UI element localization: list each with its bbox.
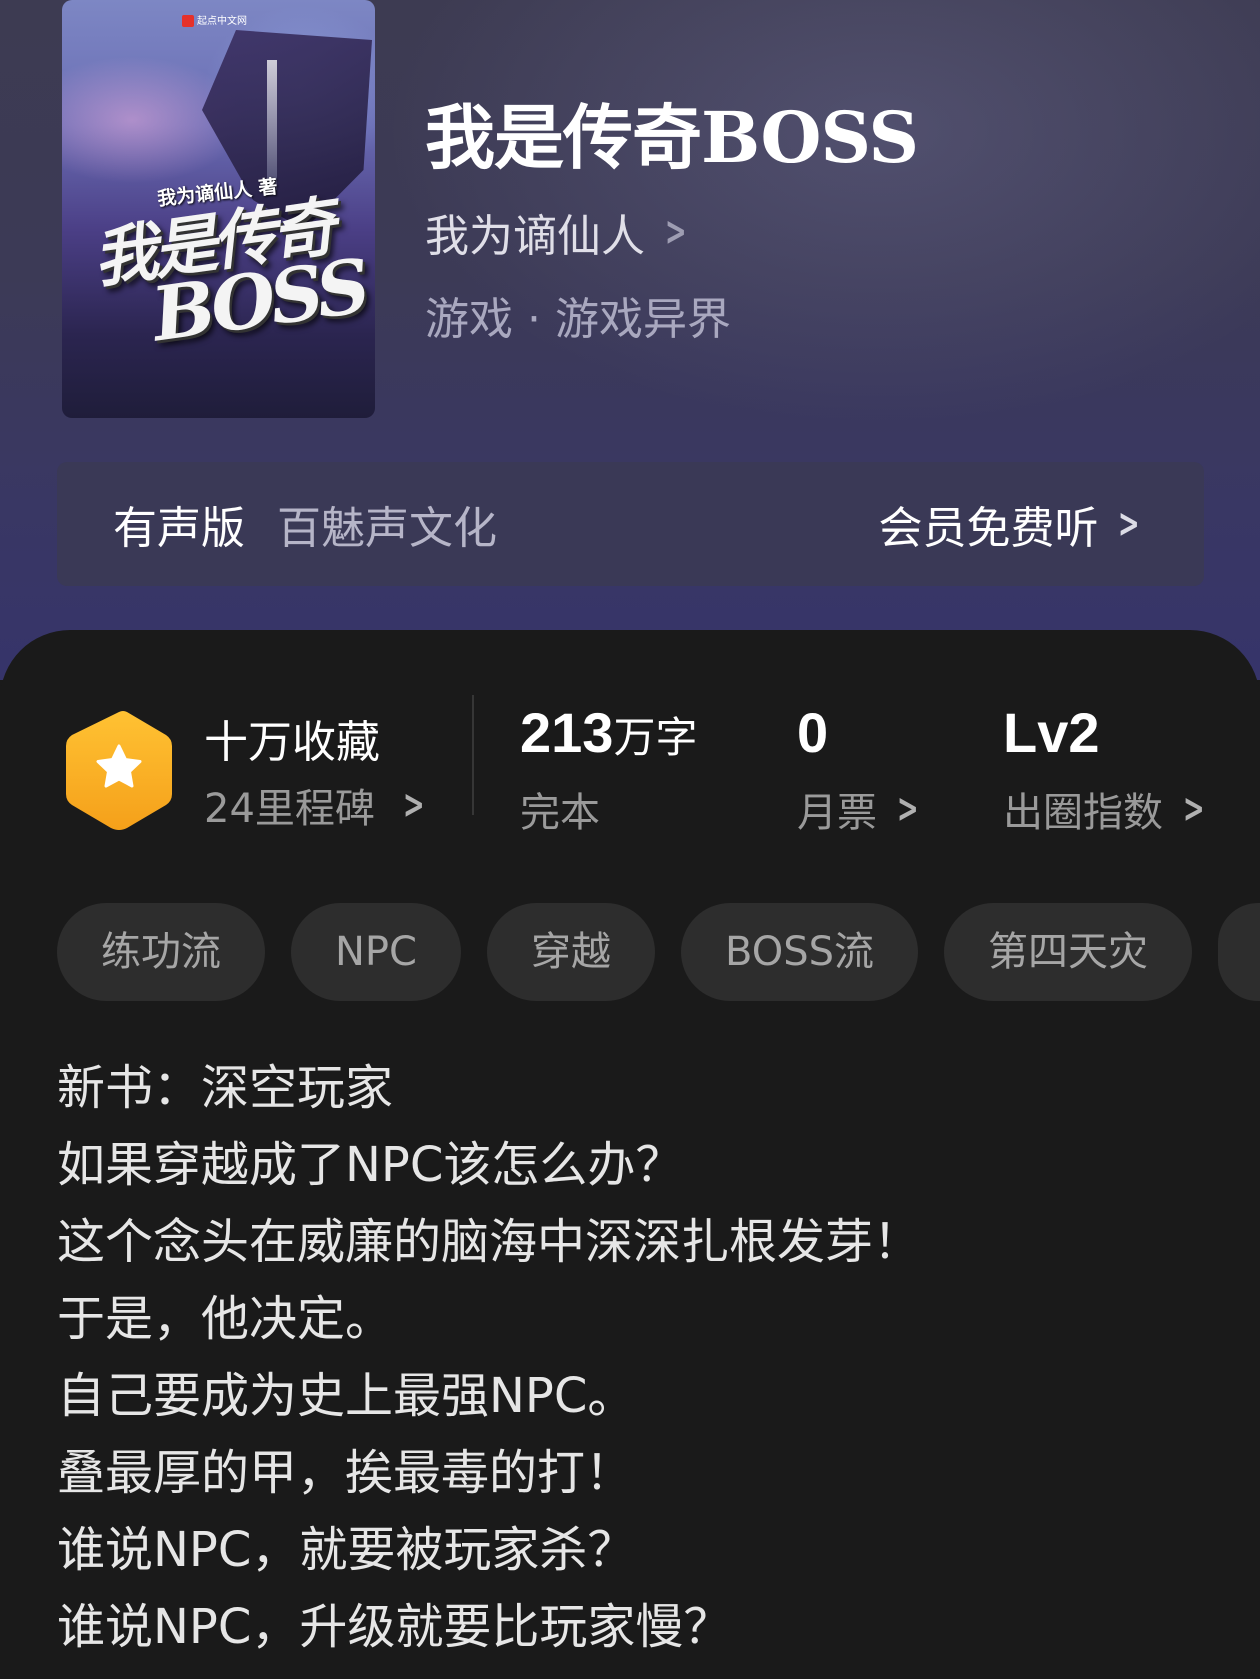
tag-chip[interactable]: NPC	[291, 903, 461, 1001]
chevron-right-icon: >	[1118, 501, 1141, 547]
publisher-mark-icon	[182, 15, 194, 27]
milestones-label: 24里程碑	[204, 786, 375, 832]
chevron-right-icon: >	[1182, 786, 1205, 832]
tag-chip-partial[interactable]	[1218, 903, 1260, 1001]
star-hexagon-icon	[66, 711, 172, 830]
book-cover[interactable]: 起点中文网 我为谪仙人 著 我是传奇 BOSS	[62, 0, 375, 418]
cover-waterfall	[267, 60, 277, 190]
tag-chip[interactable]: 第四天灾	[944, 903, 1192, 1001]
author-name: 我为谪仙人	[425, 211, 645, 262]
chevron-right-icon: >	[896, 786, 919, 832]
monthly-ticket-label: 月票	[797, 790, 877, 836]
cover-publisher-logo: 起点中文网	[182, 12, 247, 27]
description-line: 这个念头在威廉的脑海中深深扎根发芽！	[57, 1214, 922, 1270]
chevron-right-icon: >	[402, 782, 425, 828]
stats-divider	[472, 695, 474, 815]
book-title: 我是传奇BOSS	[425, 96, 919, 179]
member-free-listen-label: 会员免费听	[878, 503, 1099, 554]
word-count-unit: 万字	[613, 713, 698, 762]
word-count-value: 213	[520, 701, 614, 764]
description-line: 于是，他决定。	[57, 1291, 394, 1347]
description-line: 谁说NPC，就要被玩家杀？	[57, 1522, 636, 1578]
description-line: 自己要成为史上最强NPC。	[57, 1368, 636, 1424]
member-free-listen-button[interactable]: 会员免费听 >	[878, 492, 1146, 556]
author-link[interactable]: 我为谪仙人 >	[425, 200, 693, 264]
completion-status: 完本	[520, 790, 600, 836]
description-line: 叠最厚的甲，挨最毒的打！	[57, 1445, 634, 1501]
tag-chip[interactable]: BOSS流	[680, 903, 918, 1001]
tag-list: 练功流 NPC 穿越 BOSS流 第四天灾	[57, 903, 1260, 1001]
cover-publisher-text: 起点中文网	[197, 16, 247, 27]
monthly-ticket-value: 0	[797, 701, 829, 764]
description-line: 谁说NPC，升级就要比玩家慢？	[57, 1599, 732, 1655]
tag-chip[interactable]: 穿越	[486, 903, 655, 1001]
genre-text: 游戏 · 游戏异界	[425, 294, 731, 345]
chevron-right-icon: >	[664, 209, 687, 255]
popularity-index-label: 出圈指数	[1003, 790, 1163, 836]
description-line: 新书：深空玩家	[57, 1060, 394, 1116]
audio-version-bar[interactable]: 有声版 百魅声文化 会员免费听 >	[57, 462, 1204, 586]
monthly-ticket-link[interactable]: 月票 >	[797, 780, 925, 838]
tag-chip[interactable]: 练功流	[57, 903, 265, 1001]
audio-version-label: 有声版	[113, 503, 245, 554]
book-description[interactable]: 新书：深空玩家 如果穿越成了NPC该怎么办？ 这个念头在威廉的脑海中深深扎根发芽…	[57, 1050, 1207, 1666]
popularity-index-value: Lv2	[1003, 701, 1100, 764]
audio-producer: 百魅声文化	[277, 503, 497, 554]
milestones-link[interactable]: 24里程碑 >	[204, 776, 430, 834]
word-count: 213万字	[520, 700, 697, 765]
popularity-index-link[interactable]: 出圈指数 >	[1003, 780, 1211, 838]
description-line: 如果穿越成了NPC该怎么办？	[57, 1137, 684, 1193]
collections-count: 十万收藏	[204, 717, 380, 768]
